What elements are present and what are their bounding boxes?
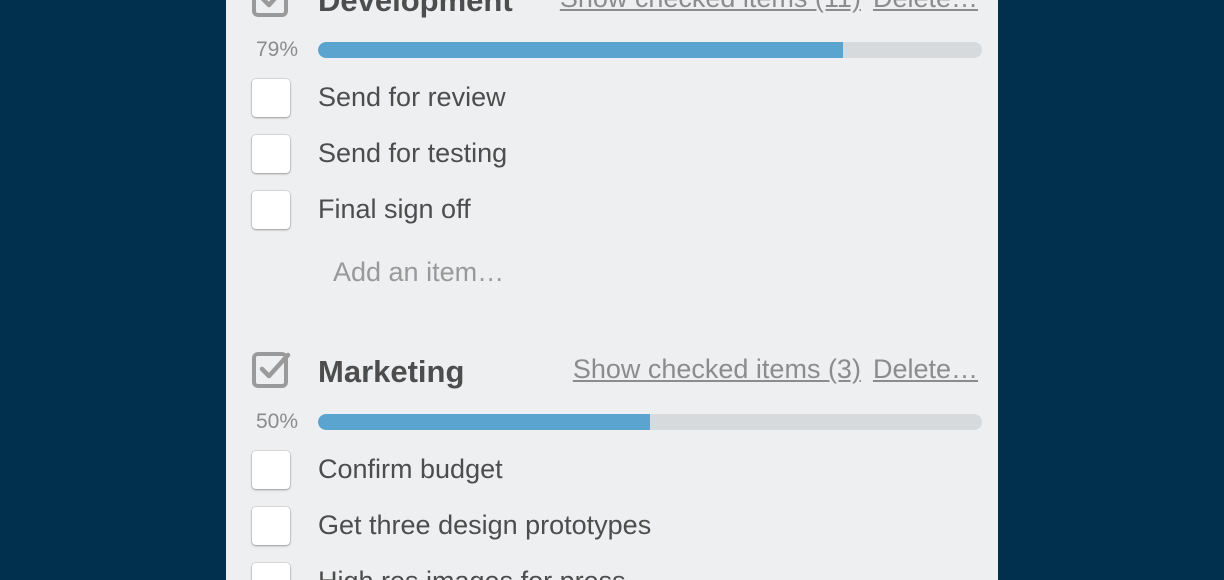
show-checked-items-link[interactable]: Show checked items (11) [560,0,861,13]
checklist-icon [252,0,288,17]
checklist-header: Marketing Show checked items (3) Delete… [226,349,998,397]
checklist-item[interactable]: Send for review [226,79,998,119]
item-checkbox[interactable] [252,451,290,489]
progress-bar-fill [318,414,650,430]
item-checkbox[interactable] [252,507,290,545]
item-label[interactable]: Confirm budget [318,454,503,485]
item-label[interactable]: Final sign off [318,194,471,225]
item-checkbox[interactable] [252,563,290,580]
checklist-item[interactable]: Confirm budget [226,451,998,491]
checklist-item[interactable]: Final sign off [226,191,998,231]
checklist-item[interactable]: Get three design prototypes [226,507,998,547]
add-item-input[interactable]: Add an item… [333,257,504,288]
checklist-title: Development [318,0,513,18]
progress-percentage: 79% [256,38,299,61]
checklist-progress: 79% [226,38,998,62]
delete-checklist-link[interactable]: Delete… [873,0,978,13]
checklist-title: Marketing [318,354,465,389]
progress-bar [318,414,982,430]
show-checked-items-link[interactable]: Show checked items (3) [573,354,861,384]
progress-percentage: 50% [256,410,299,433]
checklist-item[interactable]: High res images for press [226,563,998,580]
card-detail-panel: Development Show checked items (11) Delet… [226,0,998,580]
checklist-progress: 50% [226,410,998,434]
progress-bar-fill [318,42,843,58]
checklist-header: Development Show checked items (11) Delet… [226,0,998,26]
checklist-actions: Show checked items (11) Delete… [548,0,978,14]
progress-bar [318,42,982,58]
item-label[interactable]: High res images for press [318,566,626,580]
item-label[interactable]: Send for testing [318,138,507,169]
item-label[interactable]: Send for review [318,82,506,113]
item-checkbox[interactable] [252,135,290,173]
item-label[interactable]: Get three design prototypes [318,510,651,541]
checklist-icon [252,352,291,388]
checklist-item[interactable]: Send for testing [226,135,998,175]
item-checkbox[interactable] [252,191,290,229]
item-checkbox[interactable] [252,79,290,117]
checklist-actions: Show checked items (3) Delete… [561,354,978,385]
delete-checklist-link[interactable]: Delete… [873,354,978,384]
